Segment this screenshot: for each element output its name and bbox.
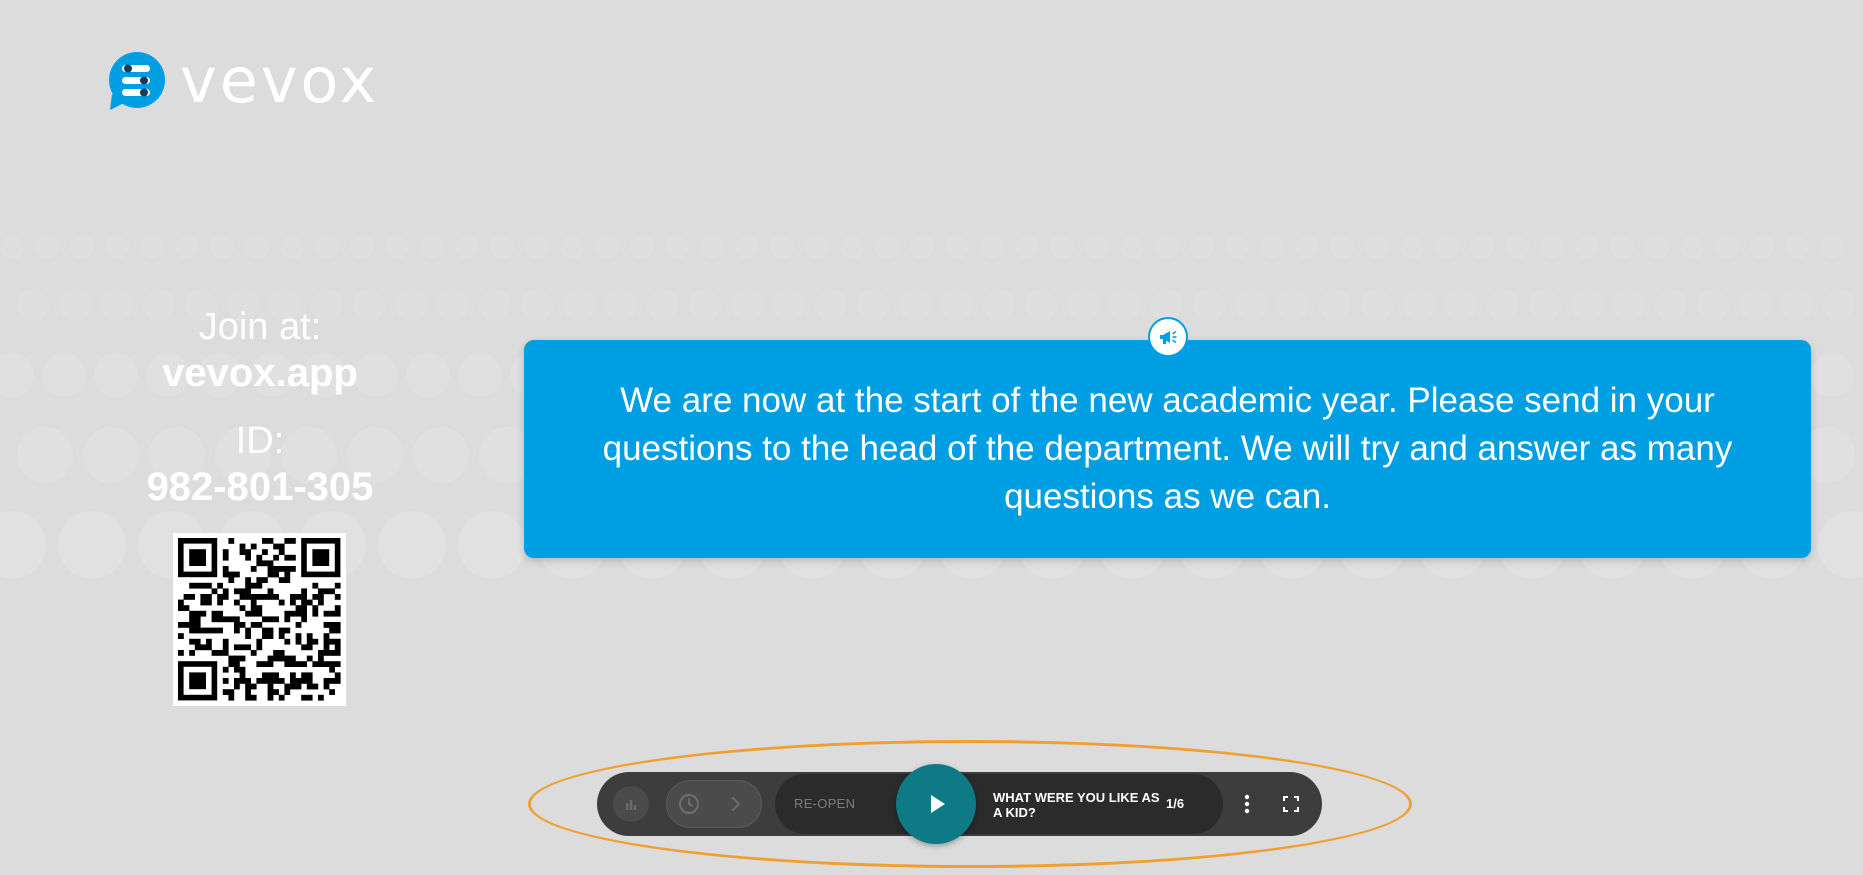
current-question-title: WHAT WERE YOU LIKE AS A KID? [993, 790, 1160, 820]
results-chart-button[interactable] [613, 786, 649, 822]
clock-icon[interactable] [677, 792, 701, 816]
megaphone-icon [1148, 317, 1188, 357]
qr-code [173, 533, 346, 706]
question-counter: 1/6 [1166, 796, 1185, 811]
play-icon [931, 795, 945, 813]
announcement-text: We are now at the start of the new acade… [602, 381, 1733, 516]
bar-chart-icon [626, 800, 637, 810]
announcement-card: We are now at the start of the new acade… [524, 340, 1811, 558]
reopen-button[interactable]: RE-OPEN [794, 796, 855, 811]
fullscreen-icon [1283, 796, 1299, 812]
question-navigator: RE-OPEN WHAT WERE YOU LIKE AS A KID? 1/6 [775, 764, 1223, 844]
vevox-speech-bubble-icon [109, 52, 165, 110]
timer-control[interactable] [666, 780, 762, 828]
join-url: vevox.app [162, 351, 358, 395]
join-panel: Join at: vevox.app ID: 982-801-305 [110, 304, 410, 510]
session-id-value: 982-801-305 [146, 465, 374, 509]
more-options-button[interactable] [1233, 790, 1261, 818]
play-button[interactable] [896, 764, 976, 844]
brand-name: vevox [180, 44, 380, 117]
presenter-screen: vevox Join at: vevox.app ID: 982-801-305… [0, 0, 1863, 875]
session-id-label: ID: [235, 420, 285, 462]
fullscreen-button[interactable] [1277, 790, 1305, 818]
qr-code-image [178, 538, 341, 701]
vevox-logo: vevox [106, 50, 379, 112]
presenter-control-bar: RE-OPEN WHAT WERE YOU LIKE AS A KID? 1/6 [597, 764, 1322, 844]
vertical-dots-icon [1244, 794, 1250, 814]
join-label: Join at: [198, 306, 322, 348]
chevron-right-icon[interactable] [727, 795, 745, 813]
